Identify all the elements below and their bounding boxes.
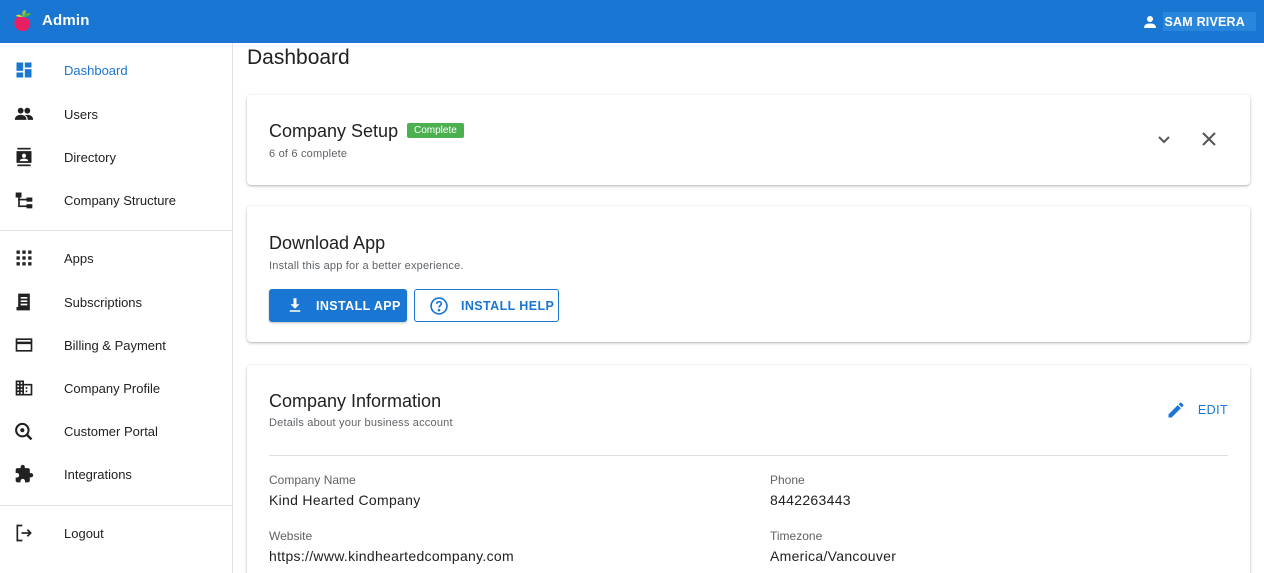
users-icon	[14, 107, 34, 120]
close-icon[interactable]	[1197, 127, 1221, 151]
user-name: SAM RIVERA	[1162, 12, 1256, 31]
app-title: Admin	[42, 12, 90, 29]
sidebar-item-logout[interactable]: Logout	[0, 513, 232, 553]
org-chart-icon	[15, 192, 33, 209]
sidebar-item-label: Billing & Payment	[64, 337, 166, 353]
download-app-subtitle: Install this app for a better experience…	[269, 260, 464, 272]
edit-button[interactable]: EDIT	[1166, 399, 1228, 421]
sidebar-item-apps[interactable]: Apps	[0, 238, 232, 278]
sidebar-item-label: Company Structure	[64, 192, 176, 208]
contacts-icon	[16, 147, 32, 167]
chevron-down-icon[interactable]	[1152, 127, 1176, 151]
sidebar-item-label: Directory	[64, 149, 117, 165]
building-icon	[15, 380, 33, 396]
logout-icon	[16, 524, 32, 542]
company-information-title: Company Information	[269, 391, 442, 411]
sidebar-item-subscriptions[interactable]: Subscriptions	[0, 282, 232, 322]
sidebar-item-label: Subscriptions	[64, 294, 143, 310]
user-menu-button[interactable]: SAM RIVERA	[1141, 11, 1256, 32]
phone-label: Phone	[770, 473, 805, 487]
download-app-card: Download App Install this app for a bett…	[247, 206, 1250, 342]
sidebar-item-company-profile[interactable]: Company Profile	[0, 368, 232, 408]
install-help-label: INSTALL HELP	[461, 298, 555, 313]
sidebar-item-integrations[interactable]: Integrations	[0, 454, 232, 494]
setup-progress-text: 6 of 6 complete	[269, 148, 348, 160]
install-app-button[interactable]: INSTALL APP	[269, 289, 407, 322]
sidebar-item-label: Apps	[64, 250, 94, 266]
phone-value: 8442263443	[770, 492, 851, 508]
install-app-label: INSTALL APP	[316, 298, 401, 313]
help-circle-icon	[430, 297, 448, 315]
strawberry-logo-icon	[14, 10, 31, 32]
sidebar: Dashboard Users Directory Company Struct…	[0, 43, 233, 573]
apps-grid-icon	[16, 250, 32, 266]
company-information-card: Company Information Details about your b…	[247, 365, 1250, 573]
website-label: Website	[269, 529, 313, 543]
credit-card-icon	[15, 338, 33, 352]
dashboard-icon	[16, 62, 32, 78]
app-bar: Admin SAM RIVERA	[0, 0, 1264, 43]
sidebar-item-company-structure[interactable]: Company Structure	[0, 180, 232, 220]
timezone-label: Timezone	[770, 529, 823, 543]
sidebar-item-billing[interactable]: Billing & Payment	[0, 325, 232, 365]
download-app-title: Download App	[269, 233, 386, 253]
puzzle-icon	[15, 464, 34, 483]
company-setup-card: Company Setup Complete 6 of 6 complete	[247, 95, 1250, 185]
edit-label: EDIT	[1197, 403, 1228, 417]
portal-search-icon	[15, 422, 33, 441]
page-title: Dashboard	[247, 46, 350, 69]
website-value: https://www.kindheartedcompany.com	[269, 548, 514, 564]
sidebar-item-directory[interactable]: Directory	[0, 137, 232, 177]
sidebar-item-label: Logout	[64, 525, 104, 541]
sidebar-item-dashboard[interactable]: Dashboard	[0, 50, 232, 90]
timezone-value: America/Vancouver	[770, 548, 897, 564]
sidebar-item-label: Dashboard	[64, 62, 128, 78]
company-setup-title: Company Setup	[269, 121, 399, 141]
sidebar-item-customer-portal[interactable]: Customer Portal	[0, 411, 232, 451]
status-badge: Complete	[407, 123, 464, 138]
receipt-icon	[16, 293, 30, 311]
sidebar-item-label: Company Profile	[64, 380, 161, 396]
company-name-value: Kind Hearted Company	[269, 492, 421, 508]
sidebar-item-users[interactable]: Users	[0, 94, 232, 134]
sidebar-item-label: Integrations	[64, 466, 132, 482]
company-name-label: Company Name	[269, 473, 356, 487]
sidebar-divider	[0, 230, 232, 231]
person-icon	[1143, 15, 1156, 28]
download-icon	[289, 298, 301, 312]
sidebar-item-label: Users	[64, 106, 98, 122]
pencil-icon	[1168, 402, 1184, 418]
sidebar-item-label: Customer Portal	[64, 423, 158, 439]
section-divider	[269, 455, 1228, 456]
sidebar-divider	[0, 505, 232, 506]
install-help-button[interactable]: INSTALL HELP	[414, 289, 559, 322]
company-information-subtitle: Details about your business account	[269, 417, 453, 429]
